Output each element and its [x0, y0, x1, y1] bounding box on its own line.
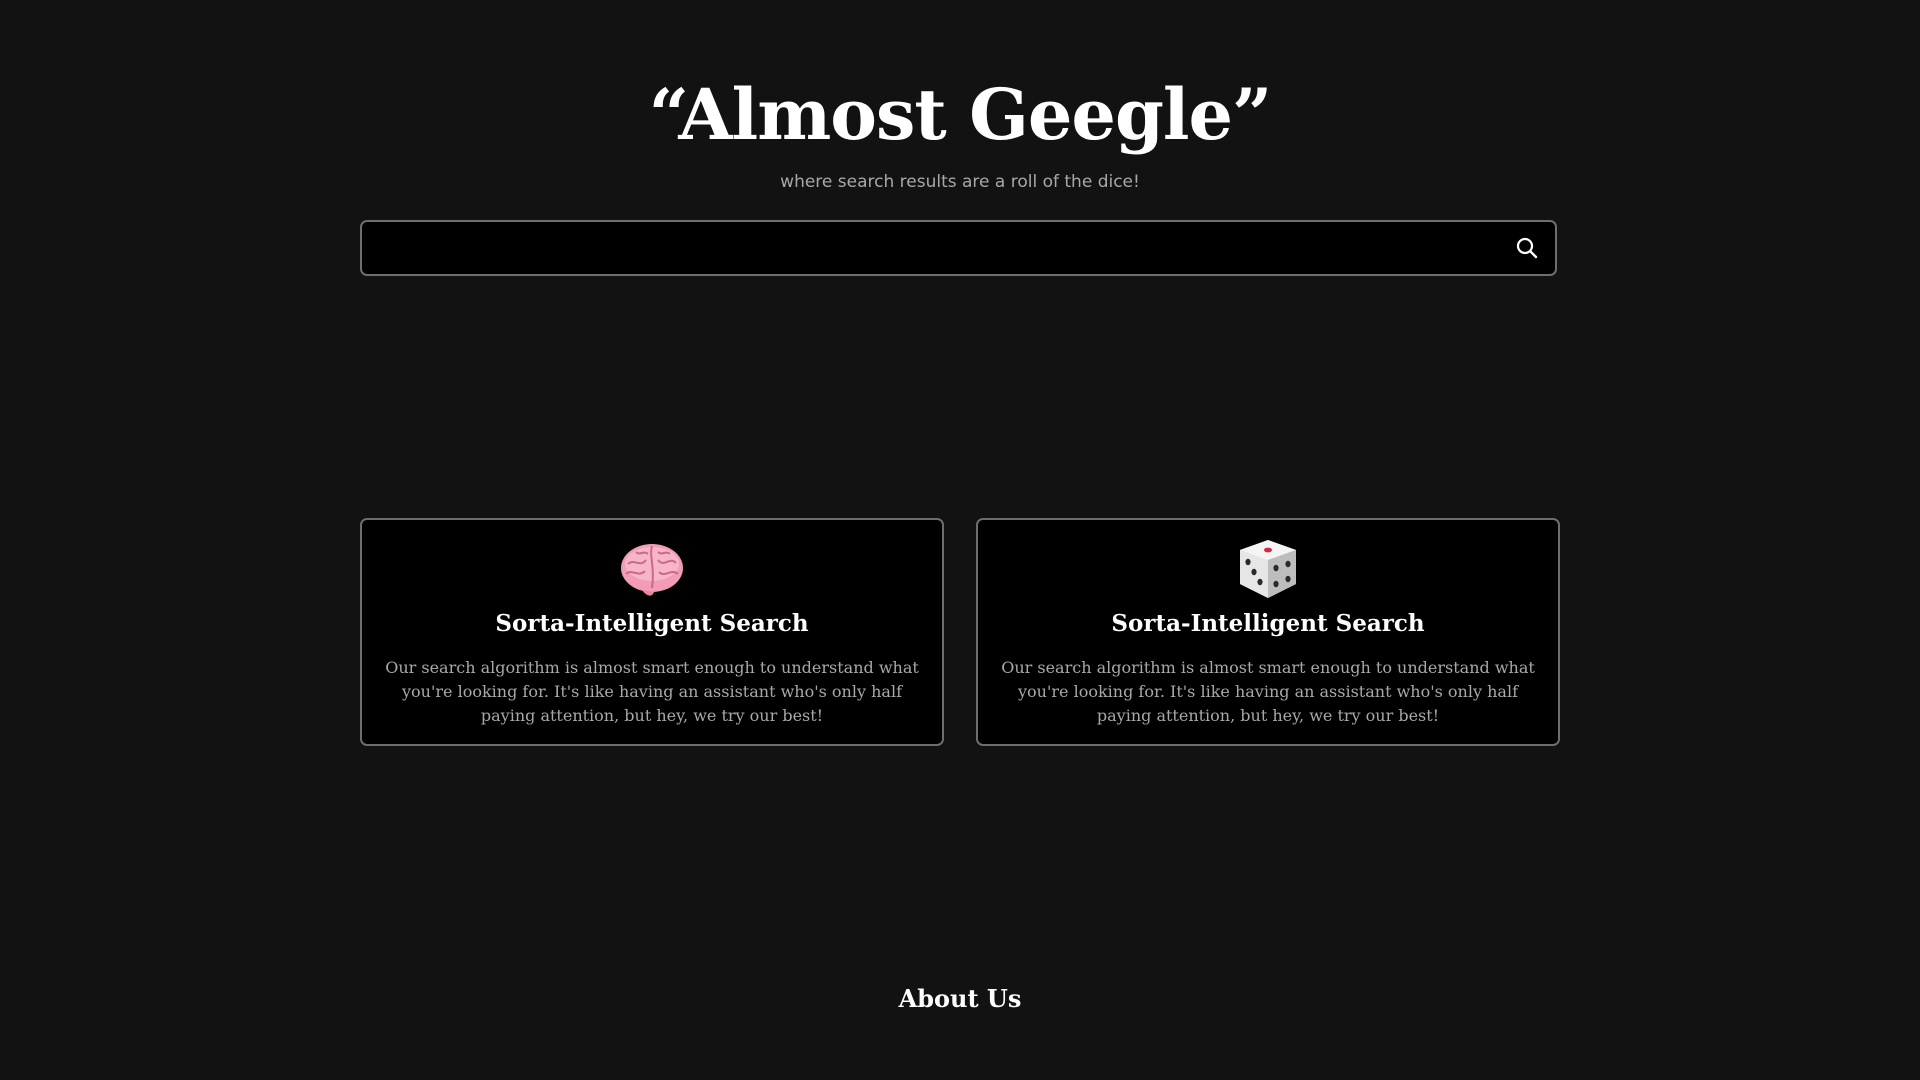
search-bar [360, 220, 1557, 276]
site-header: “Almost Geegle” where search results are… [0, 70, 1920, 192]
page: “Almost Geegle” where search results are… [0, 0, 1920, 1080]
site-tagline: where search results are a roll of the d… [780, 172, 1140, 192]
search-button[interactable] [1513, 234, 1541, 262]
feature-title: Sorta-Intelligent Search [1111, 610, 1425, 637]
features-section: Sorta-Intelligent Search Our search algo… [360, 518, 1560, 746]
feature-description: Our search algorithm is almost smart eno… [1001, 658, 1535, 725]
search-icon [1516, 237, 1538, 259]
feature-card: Sorta-Intelligent Search Our search algo… [360, 518, 944, 746]
search-input[interactable] [378, 222, 1492, 276]
site-title: “Almost Geegle” [648, 73, 1273, 156]
brain-icon [621, 544, 683, 596]
feature-description: Our search algorithm is almost smart eno… [385, 658, 919, 725]
about-heading: About Us [898, 984, 1022, 1013]
dice-icon [1240, 540, 1296, 598]
feature-card: Sorta-Intelligent Search Our search algo… [976, 518, 1560, 746]
feature-title: Sorta-Intelligent Search [495, 610, 809, 637]
